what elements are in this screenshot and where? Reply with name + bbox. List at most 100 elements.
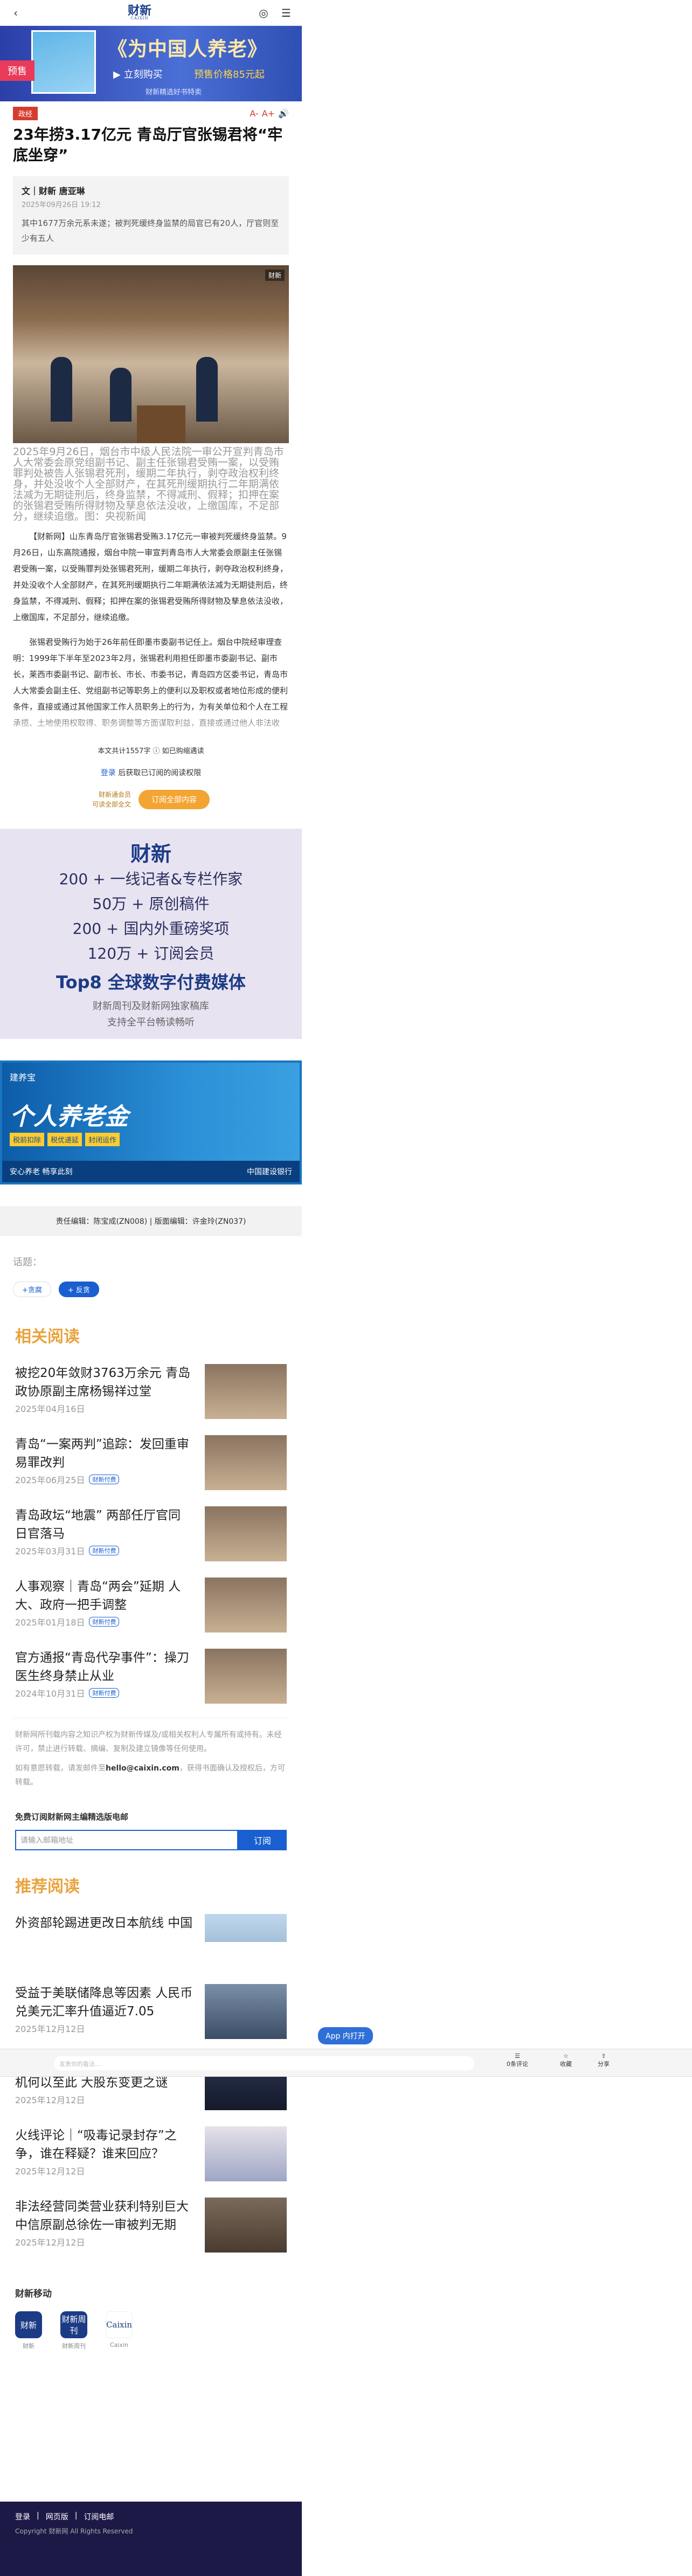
font-decrease-icon[interactable]: A- (250, 108, 258, 119)
article-photo[interactable]: 财新 (13, 265, 289, 443)
app-caixin[interactable]: 财新 财新 (15, 2311, 42, 2350)
related-thumbnail[interactable] (205, 1506, 287, 1561)
related-item-title[interactable]: 青岛“一案两判”追踪：发回重审 易罪改判 (15, 1435, 193, 1472)
ad-footer: 安心养老 畅享此刻 中国建设银行 (2, 1161, 300, 1182)
app-english[interactable]: Caixin Caixin (106, 2311, 133, 2350)
vip-badge: 财新付费 (89, 1546, 120, 1555)
vip-badge: 财新付费 (89, 1475, 120, 1484)
share-label: 分享 (598, 2061, 610, 2068)
login-link[interactable]: 登录 (101, 769, 116, 777)
related-thumbnail[interactable] (205, 1435, 287, 1490)
defendant-figure (110, 368, 132, 422)
share-action[interactable]: ⇪ 分享 (587, 2052, 620, 2068)
email-input[interactable]: 请输入邮箱地址 (15, 1830, 238, 1850)
related-item-title[interactable]: 官方通报“青岛代孕事件”：操刀医生终身禁止从业 (15, 1649, 193, 1685)
related-item-title[interactable]: 被挖20年敛财3763万余元 青岛政协原副主席杨锡祥过堂 (15, 1364, 193, 1401)
favorite-label: 收藏 (560, 2061, 572, 2068)
recommend-item-title[interactable]: 受益于美联储降息等因素 人民币兑美元汇率升值逼近7.05 (15, 1984, 193, 2021)
footer-link[interactable]: 登录 (15, 2511, 30, 2522)
font-size-controls: A- A+ 🔊 (250, 108, 289, 119)
recommend-item[interactable]: 外资部轮踢进更改日本航线 中国 (0, 1910, 302, 1942)
app-open-button[interactable]: App 内打开 (318, 2027, 373, 2044)
police-figure (51, 357, 72, 422)
logo-subtext: CAIXIN (130, 16, 149, 20)
related-item-title[interactable]: 人事观察｜青岛“两会”延期 人大、政府一把手调整 (15, 1578, 193, 1614)
app-label: Caixin (109, 2341, 128, 2348)
related-item[interactable]: 青岛政坛“地震” 两部任厅官同日官落马 2025年03月31日 财新付费 (0, 1502, 302, 1573)
site-logo[interactable]: 财新 CAIXIN (128, 5, 151, 20)
article-summary: 其中1677万余元系未遂；被判死缓终身监禁的局官已有20人，厅官则至少有五人 (22, 218, 279, 243)
article-title: 23年捞3.17亿元 青岛厅官张锡君将“牢底坐穿” (13, 126, 283, 164)
ad-logo: 财新 (130, 842, 171, 866)
recommend-item[interactable]: 非法经营同类营业获利特别巨大 中信原副总徐佐一审被判无期 2025年12月12日 (0, 2193, 302, 2264)
vip-badge: 财新付费 (89, 1617, 120, 1627)
ad-line: 200 + 国内外重磅奖项 (72, 920, 230, 938)
recommend-item-title[interactable]: 非法经营同类营业获利特别巨大 中信原副总徐佐一审被判无期 (15, 2198, 193, 2234)
footer-link[interactable]: 订阅电邮 (84, 2511, 114, 2522)
related-item[interactable]: 人事观察｜青岛“两会”延期 人大、政府一把手调整 2025年01月18日 财新付费 (0, 1573, 302, 1644)
audio-icon[interactable]: 🔊 (278, 108, 289, 119)
mobile-heading: 财新移动 (15, 2289, 52, 2299)
related-item[interactable]: 被挖20年敛财3763万余元 青岛政协原副主席杨锡祥过堂 2025年04月16日 (0, 1360, 302, 1431)
recommend-item-date: 2025年12月12日 (15, 2024, 85, 2034)
comment-input[interactable]: 发表你的看法… (54, 2056, 474, 2070)
related-item-title[interactable]: 青岛政坛“地震” 两部任厅官同日官落马 (15, 1506, 193, 1543)
topic-chip[interactable]: +贪腐 (13, 1282, 51, 1297)
login-prompt: 登录 后获取已订阅的阅读权限 (13, 767, 289, 778)
app-weekly[interactable]: 财新周刊 财新周刊 (60, 2311, 87, 2350)
ad-chips: 税前扣除 税优递延 封闭运作 (10, 1133, 120, 1146)
byline-box: 文｜财新 唐亚琳 2025年09月26日 19:12 其中1677万余元系未遂；… (13, 176, 289, 254)
contact-email[interactable]: hello@caixin.com (106, 1764, 179, 1773)
related-item-date: 2025年04月16日 (15, 1404, 85, 1414)
pension-ad[interactable]: 建养宝 个人养老金 税前扣除 税优递延 封闭运作 安心养老 畅享此刻 中国建设银… (0, 1060, 302, 1184)
copyright-line: 财新网所刊载内容之知识产权为财新传媒及/或相关权利人专属所有或持有。未经许可，禁… (15, 1731, 282, 1753)
recommend-item-title[interactable]: 外资部轮踢进更改日本航线 中国 (15, 1914, 193, 1932)
recommend-thumbnail[interactable] (205, 2126, 287, 2181)
subscribe-all-button[interactable]: 订阅全部内容 (139, 790, 210, 809)
menu-icon[interactable]: ☰ (279, 6, 293, 20)
recommend-item[interactable]: 火线评论｜“吸毒记录封存”之争，谁在释疑？谁来回应？ 2025年12月12日 (0, 2122, 302, 2193)
promo-buy-link[interactable]: ▶ 立刻购买 (113, 67, 163, 81)
recommend-thumbnail[interactable] (205, 1984, 287, 2039)
comment-action[interactable]: ☰ 0条评论 (501, 2052, 534, 2068)
recommend-item[interactable]: 受益于美联储降息等因素 人民币兑美元汇率升值逼近7.05 2025年12月12日 (0, 1980, 302, 2051)
recommend-thumbnail[interactable] (205, 2198, 287, 2253)
font-increase-icon[interactable]: A+ (262, 108, 275, 119)
ad-chip: 封闭运作 (85, 1133, 120, 1146)
divider: | (74, 2511, 78, 2520)
ad-brand: 建养宝 (10, 1072, 36, 1083)
recommend-item-date: 2025年12月12日 (15, 2166, 85, 2176)
article-body: 【财新网】山东青岛厅官张锡君受贿3.17亿元一审被判死缓终身监禁。9月26日，山… (0, 522, 302, 731)
related-thumbnail[interactable] (205, 1649, 287, 1704)
author: 文｜财新 唐亚琳 (22, 186, 85, 196)
app-icon: Caixin (106, 2311, 133, 2338)
recommend-item-title[interactable]: 火线评论｜“吸毒记录封存”之争，谁在释疑？谁来回应？ (15, 2126, 193, 2163)
promo-title: 《为中国人养老》 (108, 38, 268, 60)
related-title: 相关阅读 (15, 1327, 80, 1346)
user-icon[interactable]: ◎ (257, 6, 271, 20)
ad-bank: 中国建设银行 (247, 1168, 292, 1176)
subscribe-options: 财新通会员 可读全部全文 订阅全部内容 (13, 790, 289, 809)
recommend-thumbnail[interactable] (205, 1914, 287, 1942)
favorite-action[interactable]: ☆ 收藏 (550, 2052, 582, 2068)
subscribe-button[interactable]: 订阅 (238, 1830, 287, 1850)
related-thumbnail[interactable] (205, 1364, 287, 1419)
editors-line: 责任编辑：陈宝成(ZN008) | 版面编辑：许金玲(ZN037) (0, 1206, 302, 1236)
related-item[interactable]: 官方通报“青岛代孕事件”：操刀医生终身禁止从业 2024年10月31日 财新付费 (0, 1644, 302, 1716)
footer: 登录 | 网页版 | 订阅电邮 Copyright 财新网 All Rights R… (0, 2502, 302, 2576)
related-item[interactable]: 青岛“一案两判”追踪：发回重审 易罪改判 2025年06月25日 财新付费 (0, 1431, 302, 1502)
ad-slogan: 安心养老 畅享此刻 (10, 1168, 73, 1176)
ad-line: 200 + 一线记者&专栏作家 (59, 870, 243, 888)
photo-caption: 2025年9月26日，烟台市中级人民法院一审公开宣判青岛市人大常委会原党组副书记… (13, 446, 284, 522)
ad-line: 50万 + 原创稿件 (92, 895, 210, 913)
paywall-fade (0, 707, 302, 740)
footer-link[interactable]: 网页版 (46, 2511, 68, 2522)
word-count: 本文共计1557字 ⓘ 如已购缩遇读 (98, 747, 204, 755)
caixin-ad[interactable]: 财新 200 + 一线记者&专栏作家 50万 + 原创稿件 200 + 国内外重… (0, 829, 302, 1039)
promo-note: 财新精选好书特卖 (146, 88, 202, 97)
related-thumbnail[interactable] (205, 1578, 287, 1633)
topic-chip[interactable]: + 反贪 (58, 1282, 99, 1297)
back-icon[interactable]: ‹ (9, 6, 23, 20)
category-badge[interactable]: 政经 (13, 107, 38, 120)
promo-banner[interactable]: 预售 《为中国人养老》 ▶ 立刻购买 预售价格85元起 财新精选好书特卖 (0, 26, 302, 101)
